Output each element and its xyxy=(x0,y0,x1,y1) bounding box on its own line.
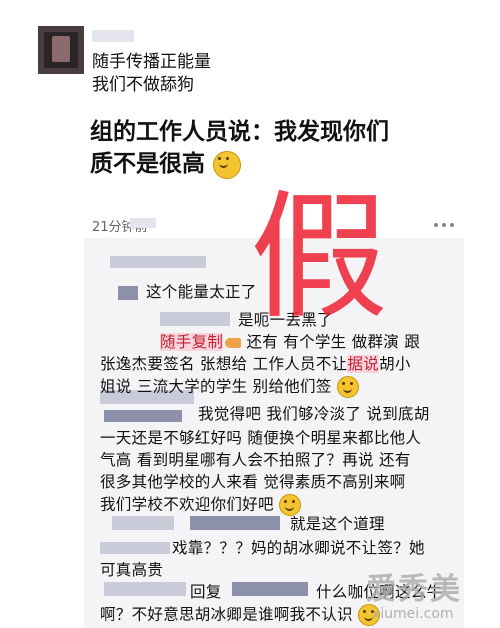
comment-line: 可真高贵 xyxy=(100,561,164,579)
comment-line: 气高 看到明星哪有人会不拍照了？再说 还有 xyxy=(100,451,411,469)
blurred-commenter xyxy=(100,542,170,554)
blurred-commenter xyxy=(104,410,182,422)
blurred-commenter xyxy=(112,516,174,530)
blurred-commenter xyxy=(160,312,230,326)
smile-emoji-icon xyxy=(279,494,302,516)
comment-line: 张逸杰要签名 张想给 工作人员不让据说胡小 xyxy=(100,354,411,374)
comment-line-text: 啊？不好意思胡冰卿是谁啊我不认识 xyxy=(100,605,353,624)
smile-emoji-icon xyxy=(336,376,359,398)
highlight-text: 随手复制 xyxy=(160,333,224,351)
highlight-text: 据说 xyxy=(347,355,380,373)
comment-line: 很多其他学校的人来看 觉得素质不高别来啊 xyxy=(100,473,406,491)
comment-reply-label: 回复 xyxy=(190,583,222,601)
blurred-commenter xyxy=(190,516,280,530)
more-dots-icon[interactable] xyxy=(432,212,458,227)
blurred-commenter xyxy=(110,256,206,268)
quote-line-2: 质不是很高 xyxy=(90,150,242,179)
smile-emoji-icon xyxy=(213,150,242,179)
comment-line: 戏靠？？？妈的胡冰卿说不让签？她 xyxy=(172,539,425,557)
post-text-line-1: 随手传播正能量 xyxy=(92,52,211,72)
comment-line-text: 张逸杰要签名 张想给 工作人员不让 xyxy=(100,355,348,373)
watermark-url: xiumei.com xyxy=(372,606,454,622)
blurred-commenter xyxy=(118,286,138,300)
comment-line: 我们学校不欢迎你们好吧 xyxy=(100,494,302,516)
post-text-line-2: 我们不做舔狗 xyxy=(92,75,194,95)
comment-line: 就是这个道理 xyxy=(290,515,385,533)
comment-line-text: 我们学校不欢迎你们好吧 xyxy=(100,495,274,514)
comment-line: 我觉得吧 我们够冷淡了 说到底胡 xyxy=(198,405,430,423)
comment-line-tail: 胡小 xyxy=(379,355,411,373)
username-blurred xyxy=(92,30,134,42)
quote-line-1: 组的工作人员说：我发现你们 xyxy=(90,119,389,145)
comment-line-text: 姐说 三流大学的学生 别给他们签 xyxy=(100,377,332,396)
watermark-logo: 爱秀美 xyxy=(366,572,462,607)
pointing-hand-emoji-icon xyxy=(225,337,242,348)
comment-line: 这个能量太正了 xyxy=(146,283,257,301)
blurred-commenter xyxy=(232,582,308,596)
avatar[interactable] xyxy=(38,26,84,74)
blurred-commenter xyxy=(104,582,186,596)
fake-stamp: 假 xyxy=(250,177,388,338)
quote-line-2-text: 质不是很高 xyxy=(90,151,205,177)
blurred-meta xyxy=(130,218,156,228)
comment-line: 姐说 三流大学的学生 别给他们签 xyxy=(100,376,359,398)
comment-line: 一天还是不够红好吗 随便换个明星来都比他人 xyxy=(100,429,422,447)
comment-line: 啊？不好意思胡冰卿是谁啊我不认识 xyxy=(100,604,381,626)
